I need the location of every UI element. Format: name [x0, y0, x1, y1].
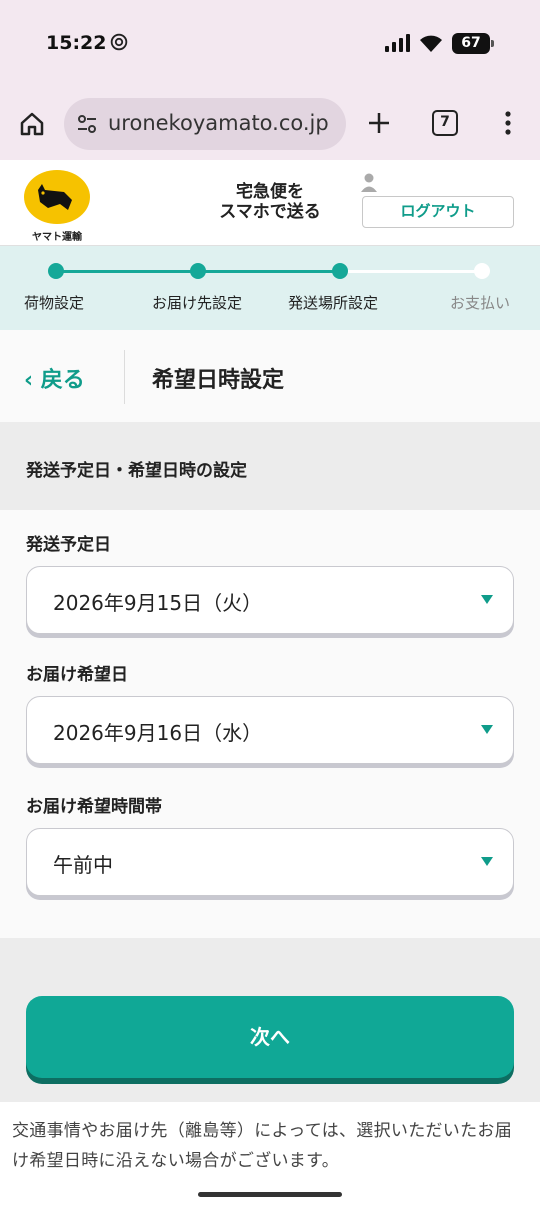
step-dot-1	[48, 263, 64, 279]
site-settings-icon[interactable]	[76, 113, 98, 135]
assistant-icon	[110, 33, 128, 51]
step-dot-2	[190, 263, 206, 279]
address-bar[interactable]: uronekoyamato.co.jp	[64, 98, 346, 150]
site-header: ヤマト運輸 宅急便を スマホで送る ログアウト	[0, 160, 540, 246]
caret-down-icon	[481, 857, 493, 866]
next-button[interactable]: 次へ	[26, 996, 514, 1078]
home-icon[interactable]	[18, 110, 46, 138]
step-dot-4	[474, 263, 490, 279]
ship-date-value: 2026年9月15日（火）	[53, 591, 263, 615]
url-text: uronekoyamato.co.jp	[108, 111, 329, 135]
logo-text: ヤマト運輸	[32, 232, 82, 243]
stepper-line-todo	[340, 270, 482, 273]
browser-chrome: 15:22 67 uronekoyamato.co.jp 7	[0, 0, 540, 160]
step-label-1: 荷物設定	[24, 294, 85, 312]
next-button-area: 次へ	[0, 938, 540, 1102]
caret-down-icon	[481, 595, 493, 604]
tab-switcher-button[interactable]: 7	[432, 110, 458, 136]
step-dot-3	[332, 263, 348, 279]
step-label-3: 発送場所設定	[288, 294, 379, 312]
section-title: 発送予定日・希望日時の設定	[26, 461, 247, 481]
cellular-signal-icon	[385, 34, 410, 52]
user-icon	[361, 173, 377, 192]
step-label-4: お支払い	[450, 294, 511, 312]
delivery-date-value: 2026年9月16日（水）	[53, 721, 263, 745]
delivery-time-label: お届け希望時間帯	[26, 797, 162, 817]
page-title-bar: ‹ 戻る 希望日時設定	[0, 330, 540, 422]
delivery-date-select[interactable]: 2026年9月16日（水）	[26, 696, 514, 764]
site-tagline: 宅急便を スマホで送る	[200, 182, 340, 222]
new-tab-icon[interactable]	[364, 108, 394, 138]
section-header: 発送予定日・希望日時の設定	[0, 422, 540, 510]
delivery-time-value: 午前中	[53, 853, 113, 877]
ship-date-label: 発送予定日	[26, 535, 111, 555]
battery-indicator: 67	[452, 33, 494, 54]
yamato-logo[interactable]: ヤマト運輸	[22, 170, 92, 243]
back-label: 戻る	[40, 368, 85, 393]
status-bar: 15:22 67	[0, 0, 540, 88]
delivery-time-select[interactable]: 午前中	[26, 828, 514, 896]
ship-date-select[interactable]: 2026年9月15日（火）	[26, 566, 514, 634]
step-label-2: お届け先設定	[152, 294, 243, 312]
black-cat-icon	[38, 184, 72, 210]
battery-level: 67	[452, 33, 490, 54]
tagline-line-2: スマホで送る	[219, 202, 321, 222]
title-divider	[124, 350, 125, 404]
url-bar-row: uronekoyamato.co.jp 7	[0, 94, 540, 154]
caret-down-icon	[481, 725, 493, 734]
notice-text: 交通事情やお届け先（離島等）によっては、選択いただいたお届け希望日時に沿えない場…	[12, 1121, 512, 1171]
tagline-line-1: 宅急便を	[236, 182, 304, 202]
page-title: 希望日時設定	[152, 368, 285, 393]
delivery-date-label: お届け希望日	[26, 665, 128, 685]
wifi-icon	[420, 35, 442, 52]
datetime-form: 発送予定日 2026年9月15日（火） お届け希望日 2026年9月16日（水）…	[0, 510, 540, 938]
home-indicator[interactable]	[198, 1192, 342, 1197]
back-button[interactable]: ‹ 戻る	[24, 362, 85, 394]
status-time: 15:22	[46, 32, 107, 54]
battery-tip	[491, 40, 494, 47]
progress-stepper: 荷物設定 お届け先設定 発送場所設定 お支払い	[0, 246, 540, 330]
logout-button[interactable]: ログアウト	[362, 196, 514, 228]
chevron-left-icon: ‹	[24, 368, 34, 393]
more-menu-icon[interactable]	[498, 108, 518, 138]
